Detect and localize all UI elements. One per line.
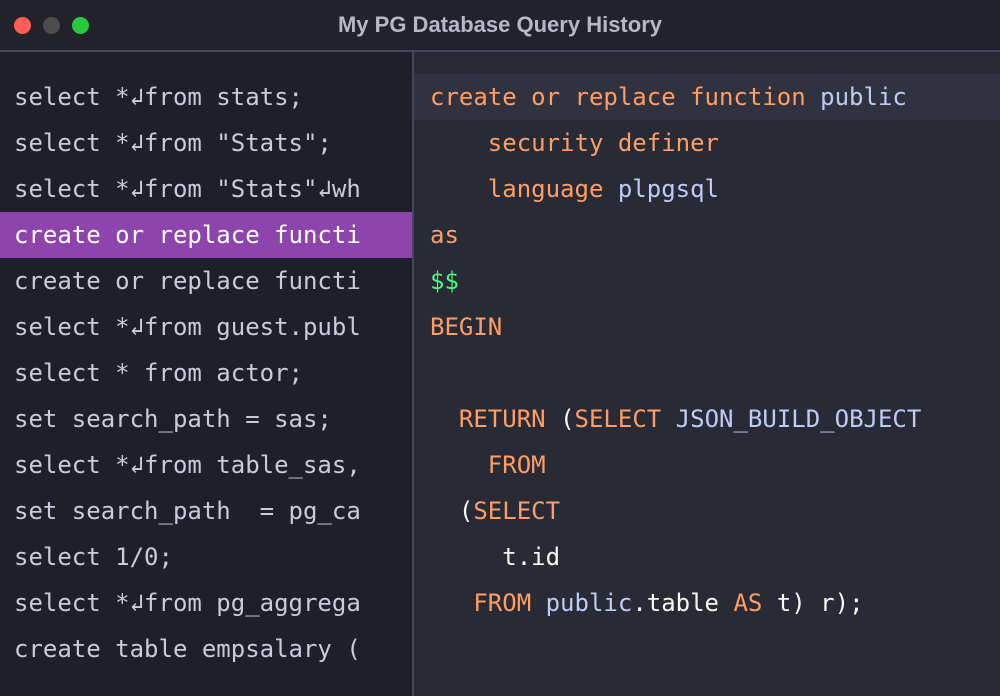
history-item[interactable]: select *↲from pg_aggrega — [0, 580, 412, 626]
history-item[interactable]: create table empsalary ( — [0, 626, 412, 672]
history-item[interactable]: select * from actor; — [0, 350, 412, 396]
code-line: RETURN (SELECT JSON_BUILD_OBJECT — [430, 396, 1000, 442]
code-line: FROM — [430, 442, 1000, 488]
code-line: $$ — [430, 258, 1000, 304]
history-item[interactable]: select *↲from stats; — [0, 74, 412, 120]
query-detail-pane[interactable]: create or replace function public securi… — [414, 52, 1000, 696]
query-history-list[interactable]: select *↲from stats;select *↲from "Stats… — [0, 52, 414, 696]
history-item[interactable]: select *↲from table_sas, — [0, 442, 412, 488]
history-item[interactable]: select *↲from "Stats"; — [0, 120, 412, 166]
history-item[interactable]: select *↲from "Stats"↲wh — [0, 166, 412, 212]
code-line: create or replace function public — [414, 74, 1000, 120]
history-item[interactable]: select 1/0; — [0, 534, 412, 580]
history-item[interactable]: create or replace functi — [0, 212, 412, 258]
code-line: security definer — [430, 120, 1000, 166]
history-item[interactable]: create or replace functi — [0, 258, 412, 304]
minimize-button[interactable] — [43, 17, 60, 34]
code-line: t.id — [430, 534, 1000, 580]
code-line: BEGIN — [430, 304, 1000, 350]
code-line — [430, 350, 1000, 396]
history-item[interactable]: select *↲from guest.publ — [0, 304, 412, 350]
history-item[interactable]: set search_path = sas; — [0, 396, 412, 442]
history-item[interactable]: set search_path = pg_ca — [0, 488, 412, 534]
titlebar: My PG Database Query History — [0, 0, 1000, 52]
window-controls — [14, 17, 89, 34]
code-line: as — [430, 212, 1000, 258]
code-line: FROM public.table AS t) r); — [430, 580, 1000, 626]
close-button[interactable] — [14, 17, 31, 34]
code-line: (SELECT — [430, 488, 1000, 534]
main-split: select *↲from stats;select *↲from "Stats… — [0, 52, 1000, 696]
code-line: language plpgsql — [430, 166, 1000, 212]
window-title: My PG Database Query History — [0, 12, 1000, 38]
zoom-button[interactable] — [72, 17, 89, 34]
